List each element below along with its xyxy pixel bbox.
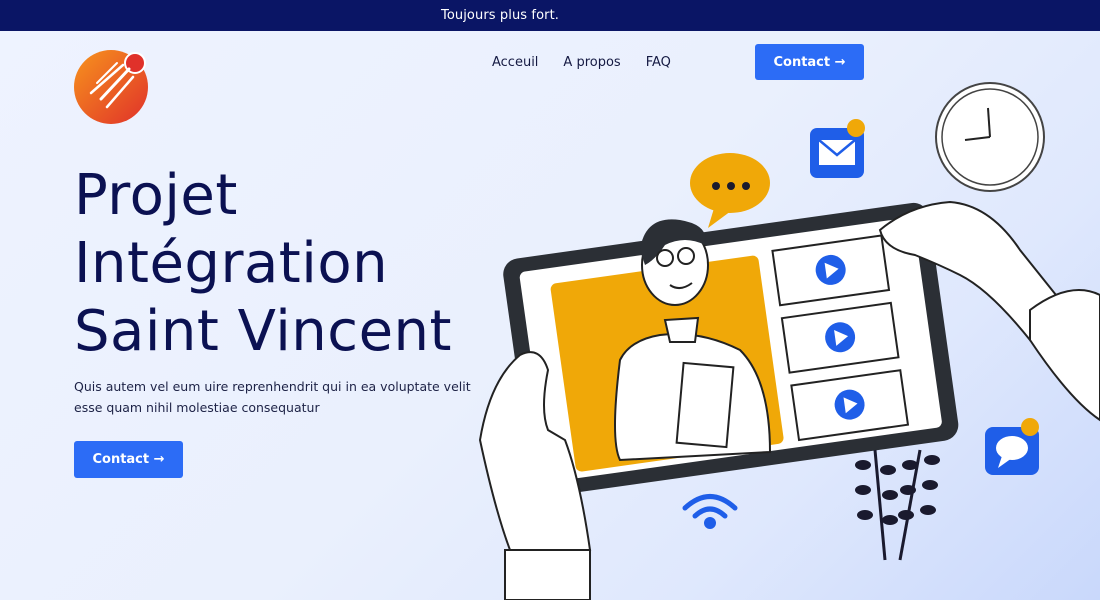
hero-title-line-3: Saint Vincent — [74, 299, 452, 364]
rocket-ball-icon[interactable] — [73, 47, 151, 125]
nav-link-accueil[interactable]: Acceuil — [492, 55, 538, 70]
plant-icon — [855, 449, 940, 561]
clock-icon — [935, 82, 1045, 192]
wifi-icon — [682, 494, 738, 529]
main-nav: Acceuil A propos FAQ — [492, 55, 696, 70]
hero-title-line-1: Projet — [74, 163, 238, 228]
hero-contact-button[interactable]: Contact → — [74, 441, 183, 478]
mail-icon — [810, 119, 865, 178]
nav-link-a-propos[interactable]: A propos — [563, 55, 620, 70]
hero-illustration — [478, 82, 1100, 600]
nav-link-faq[interactable]: FAQ — [646, 55, 671, 70]
hero-title-line-2: Intégration — [74, 231, 389, 296]
top-banner: Toujours plus fort. — [0, 0, 1100, 31]
tagline: Toujours plus fort. — [441, 8, 559, 23]
message-icon — [985, 418, 1039, 475]
header-contact-button[interactable]: Contact → — [755, 44, 864, 80]
hero-title: Projet Intégration Saint Vincent — [74, 162, 452, 366]
chat-bubble-icon — [690, 153, 770, 228]
hero-description: Quis autem vel eum uire reprenhendrit qu… — [74, 379, 471, 415]
